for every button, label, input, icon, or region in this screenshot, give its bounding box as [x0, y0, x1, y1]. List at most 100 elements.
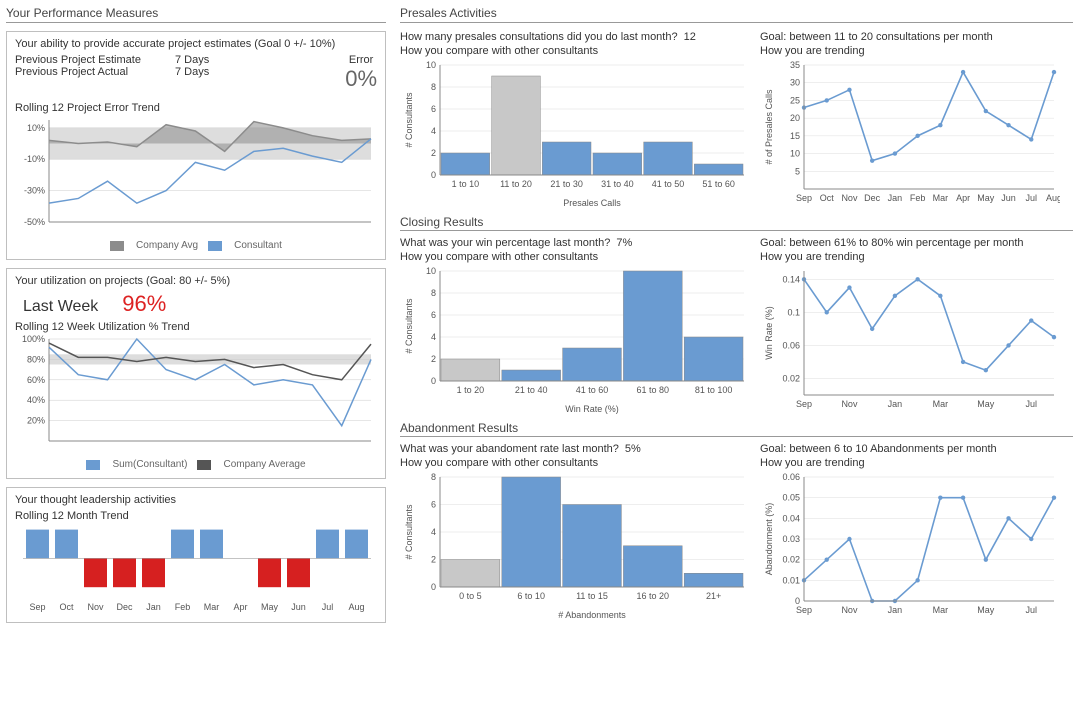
error-trend-title: Rolling 12 Project Error Trend — [15, 102, 377, 114]
svg-text:Presales Calls: Presales Calls — [563, 198, 621, 208]
svg-text:10: 10 — [426, 60, 436, 70]
svg-text:-50%: -50% — [24, 217, 45, 227]
thought-trend-title: Rolling 12 Month Trend — [15, 510, 377, 522]
svg-text:0.1: 0.1 — [787, 307, 800, 317]
svg-text:Mar: Mar — [933, 193, 949, 203]
svg-text:Sep: Sep — [796, 399, 812, 409]
svg-text:Win Rate (%): Win Rate (%) — [764, 306, 774, 360]
svg-text:Jun: Jun — [291, 602, 306, 612]
chart-closing-hist: 02468101 to 2021 to 4041 to 6061 to 8081… — [400, 265, 750, 415]
prev-estimate-value: 7 Days — [175, 54, 235, 66]
chart-utilization-trend: 100%80%60%40%20% — [15, 335, 375, 455]
svg-text:0: 0 — [431, 376, 436, 386]
svg-text:May: May — [261, 602, 279, 612]
svg-text:Abandonment (%): Abandonment (%) — [764, 503, 774, 576]
svg-text:100%: 100% — [22, 335, 45, 344]
svg-text:Jul: Jul — [1026, 605, 1038, 615]
svg-text:16 to 20: 16 to 20 — [637, 591, 670, 601]
chart-presales-trend: 5101520253035SepOctNovDecJanFebMarAprMay… — [760, 59, 1060, 209]
svg-text:Feb: Feb — [175, 602, 191, 612]
chart-thought-trend: SepOctNovDecJanFebMarAprMayJunJulAug — [15, 524, 375, 614]
svg-text:Sep: Sep — [796, 605, 812, 615]
svg-text:Nov: Nov — [841, 605, 858, 615]
svg-text:21+: 21+ — [706, 591, 721, 601]
svg-text:0.02: 0.02 — [782, 555, 800, 565]
svg-text:81 to 100: 81 to 100 — [695, 385, 733, 395]
svg-text:May: May — [977, 193, 995, 203]
util-trend-title: Rolling 12 Week Utilization % Trend — [15, 321, 377, 333]
legend-company-average: Company Average — [223, 459, 305, 470]
svg-text:Jan: Jan — [888, 605, 903, 615]
svg-text:Jun: Jun — [1001, 193, 1016, 203]
closing-compare: How you compare with other consultants — [400, 251, 750, 263]
svg-text:Jul: Jul — [322, 602, 334, 612]
svg-text:10: 10 — [790, 149, 800, 159]
svg-text:0: 0 — [431, 582, 436, 592]
svg-text:Mar: Mar — [933, 605, 949, 615]
svg-text:21 to 40: 21 to 40 — [515, 385, 548, 395]
svg-text:0.14: 0.14 — [782, 274, 800, 284]
section-closing: Closing Results — [400, 215, 1073, 231]
svg-text:Nov: Nov — [87, 602, 104, 612]
closing-trend-label: How you are trending — [760, 251, 1073, 263]
svg-text:0: 0 — [431, 170, 436, 180]
svg-text:# of Presales Calls: # of Presales Calls — [764, 89, 774, 165]
svg-text:# Abandonments: # Abandonments — [558, 610, 626, 620]
svg-text:Feb: Feb — [910, 193, 926, 203]
svg-text:Mar: Mar — [204, 602, 220, 612]
svg-text:4: 4 — [431, 126, 436, 136]
svg-text:Apr: Apr — [956, 193, 970, 203]
svg-text:Sep: Sep — [796, 193, 812, 203]
svg-text:35: 35 — [790, 60, 800, 70]
legend-consultant: Consultant — [234, 240, 282, 251]
utilization-title: Your utilization on projects (Goal: 80 +… — [15, 275, 377, 287]
svg-text:# Consultants: # Consultants — [404, 298, 414, 354]
svg-text:41 to 60: 41 to 60 — [576, 385, 609, 395]
svg-text:20%: 20% — [27, 416, 45, 426]
panel-estimates: Your ability to provide accurate project… — [6, 31, 386, 260]
svg-text:41 to 50: 41 to 50 — [652, 179, 685, 189]
svg-text:0.06: 0.06 — [782, 472, 800, 482]
estimates-title: Your ability to provide accurate project… — [15, 38, 377, 50]
section-abandonment: Abandonment Results — [400, 421, 1073, 437]
svg-text:Jul: Jul — [1026, 193, 1038, 203]
svg-text:6: 6 — [431, 104, 436, 114]
svg-text:Nov: Nov — [841, 193, 858, 203]
svg-text:May: May — [977, 399, 995, 409]
svg-text:1 to 10: 1 to 10 — [452, 179, 480, 189]
presales-answer: 12 — [684, 31, 696, 43]
svg-text:2: 2 — [431, 354, 436, 364]
svg-text:8: 8 — [431, 288, 436, 298]
svg-text:11 to 15: 11 to 15 — [576, 591, 608, 601]
chart-aband-trend: 00.010.020.030.040.050.06SepNovJanMarMay… — [760, 471, 1060, 621]
svg-text:Aug: Aug — [348, 602, 364, 612]
svg-text:Mar: Mar — [933, 399, 949, 409]
svg-text:4: 4 — [431, 332, 436, 342]
svg-text:# Consultants: # Consultants — [404, 504, 414, 560]
svg-text:Apr: Apr — [233, 602, 247, 612]
prev-estimate-label: Previous Project Estimate — [15, 54, 175, 66]
aband-question: What was your abandoment rate last month… — [400, 443, 619, 455]
svg-text:# Consultants: # Consultants — [404, 92, 414, 148]
section-performance: Your Performance Measures — [6, 6, 386, 23]
svg-text:31 to 40: 31 to 40 — [601, 179, 634, 189]
svg-text:20: 20 — [790, 113, 800, 123]
svg-text:-30%: -30% — [24, 186, 45, 196]
svg-text:Dec: Dec — [864, 193, 881, 203]
aband-trend-label: How you are trending — [760, 457, 1073, 469]
chart-closing-trend: 0.020.060.10.14SepNovJanMarMayJulWin Rat… — [760, 265, 1060, 415]
svg-text:Win Rate (%): Win Rate (%) — [565, 404, 619, 414]
svg-text:6 to 10: 6 to 10 — [517, 591, 545, 601]
svg-text:21 to 30: 21 to 30 — [550, 179, 583, 189]
svg-text:0 to 5: 0 to 5 — [459, 591, 482, 601]
svg-text:8: 8 — [431, 472, 436, 482]
panel-thought: Your thought leadership activities Rolli… — [6, 487, 386, 623]
svg-text:May: May — [977, 605, 995, 615]
presales-question: How many presales consultations did you … — [400, 31, 678, 43]
svg-text:8: 8 — [431, 82, 436, 92]
svg-text:6: 6 — [431, 310, 436, 320]
svg-text:60%: 60% — [27, 375, 45, 385]
presales-goal: Goal: between 11 to 20 consultations per… — [760, 31, 1073, 43]
lastweek-value: 96% — [122, 291, 166, 317]
svg-text:4: 4 — [431, 527, 436, 537]
